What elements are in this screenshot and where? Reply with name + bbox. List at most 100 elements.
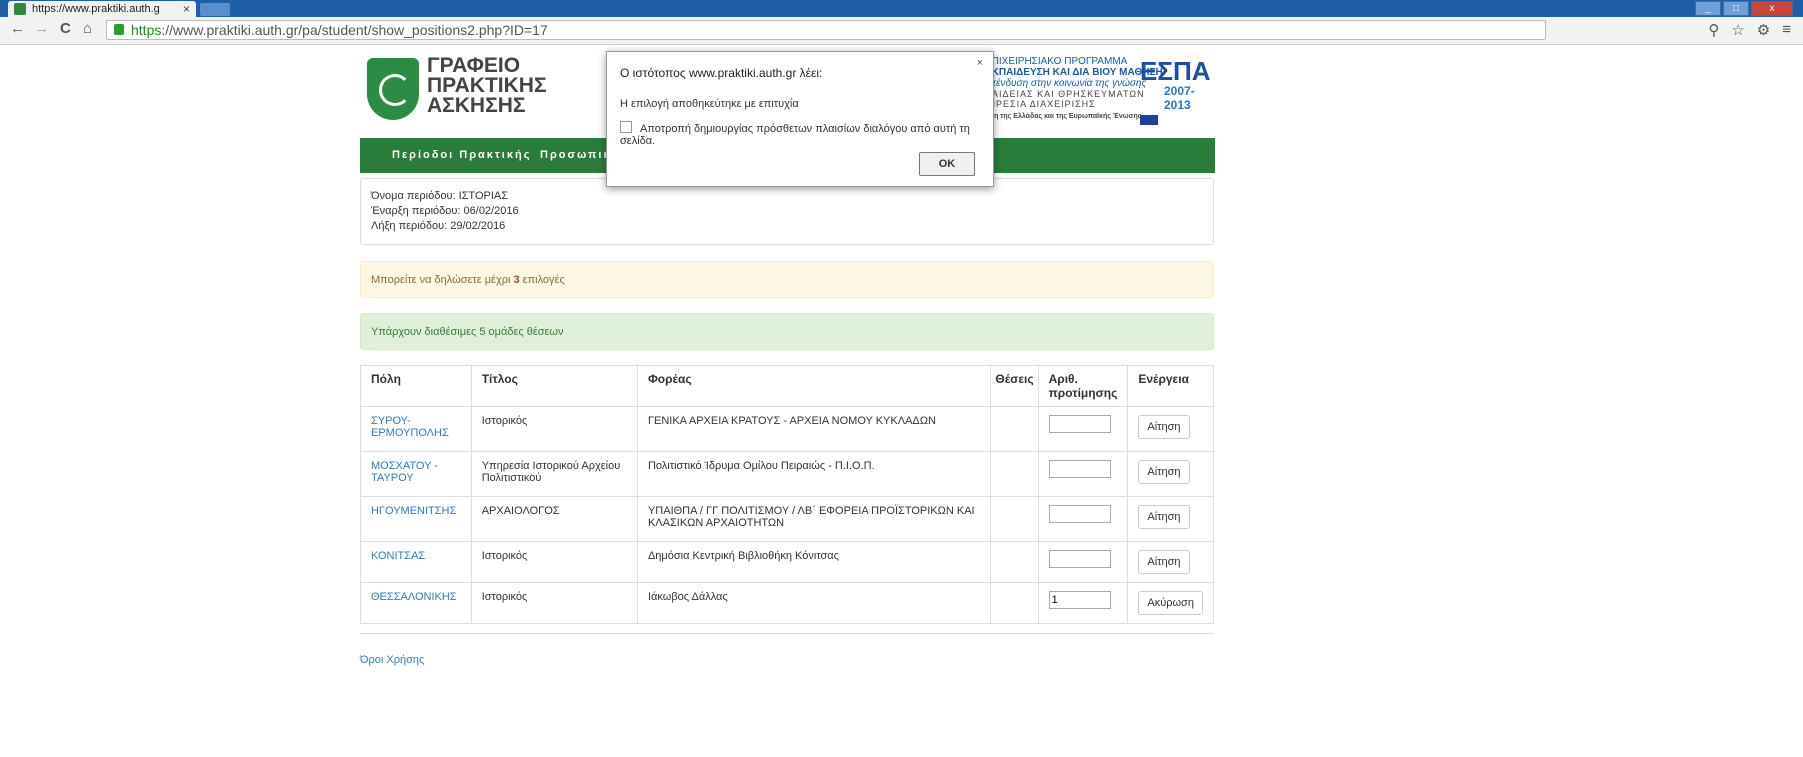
toolbar-actions: ⚲ ☆ ⚙ ≡	[1708, 21, 1791, 39]
row-rank-cell	[1037, 496, 1129, 542]
logo-line-1: ΓΡΑΦΕΙΟ	[427, 54, 521, 77]
table-row: ΗΓΟΥΜΕΝΙΤΣΗΣ ΑΡΧΑΙΟΛΟΓΟΣ ΥΠΑΙΘΠΑ / ΓΓ ΠΟ…	[360, 496, 1214, 542]
apply-button[interactable]: Αίτηση	[1138, 505, 1190, 529]
row-title: Υπηρεσία Ιστορικού Αρχείου Πολιτιστικού	[470, 451, 638, 497]
row-title: Ιστορικός	[470, 582, 638, 624]
row-action-cell: Αίτηση	[1127, 496, 1214, 542]
alert-prefix: Μπορείτε να δηλώσετε μέχρι	[371, 274, 514, 286]
browser-toolbar: ← → C ⌂ https://www.praktiki.auth.gr/pa/…	[0, 17, 1803, 45]
url-path: ://www.praktiki.auth.gr/pa/student/show_…	[161, 22, 548, 38]
menu-item-periods[interactable]: Περίοδοι Πρακτικής	[392, 149, 531, 161]
back-arrow-icon[interactable]: ←	[10, 20, 25, 37]
row-city-link[interactable]: ΜΟΣΧΑΤΟΥ - ΤΑΥΡΟΥ	[360, 451, 472, 497]
dialog-message: Η επιλογή αποθηκεύτηκε με επιτυχία	[620, 98, 799, 110]
row-action-cell: Ακύρωση	[1127, 582, 1214, 624]
logo-emblem-icon	[367, 58, 419, 120]
home-icon[interactable]: ⌂	[83, 20, 92, 37]
apply-button[interactable]: Αίτηση	[1138, 415, 1190, 439]
suppress-dialogs-checkbox[interactable]: Αποτροπή δημιουργίας πρόσθετων πλαισίων …	[620, 121, 993, 147]
reload-icon[interactable]: C	[60, 20, 71, 37]
lock-icon	[114, 24, 124, 35]
table-header-row: Πόλη Τίτλος Φορέας Θέσεις Αριθ. προτίμησ…	[360, 365, 1214, 407]
row-title: Ιστορικός	[470, 406, 638, 452]
table-row: ΜΟΣΧΑΤΟΥ - ΤΑΥΡΟΥ Υπηρεσία Ιστορικού Αρχ…	[360, 451, 1214, 497]
rank-input[interactable]	[1048, 591, 1111, 609]
row-title: Ιστορικός	[470, 541, 638, 583]
extension-gear-icon[interactable]: ⚙	[1757, 21, 1770, 39]
table-row: ΣΥΡΟΥ-ΕΡΜΟΥΠΟΛΗΣ Ιστορικός ΓΕΝΙΚΑ ΑΡΧΕΙΑ…	[360, 406, 1214, 452]
row-city-link[interactable]: ΘΕΣΣΑΛΟΝΙΚΗΣ	[360, 582, 472, 624]
address-bar[interactable]: https://www.praktiki.auth.gr/pa/student/…	[106, 20, 1546, 40]
row-city-link[interactable]: ΣΥΡΟΥ-ΕΡΜΟΥΠΟΛΗΣ	[360, 406, 472, 452]
header-action: Ενέργεια	[1127, 365, 1214, 407]
footer-divider	[360, 633, 1214, 634]
table-row: ΚΟΝΙΤΣΑΣ Ιστορικός Δημόσια Κεντρική Βιβλ…	[360, 541, 1214, 583]
row-title: ΑΡΧΑΙΟΛΟΓΟΣ	[470, 496, 638, 542]
rank-input[interactable]	[1048, 460, 1111, 478]
positions-table: Πόλη Τίτλος Φορέας Θέσεις Αριθ. προτίμησ…	[360, 365, 1214, 624]
url-scheme: https	[131, 22, 162, 38]
row-seats	[990, 451, 1039, 497]
terms-link[interactable]: Όροι Χρήσης	[360, 654, 424, 666]
dialog-close-icon[interactable]: ×	[977, 57, 983, 69]
row-rank-cell	[1037, 406, 1129, 452]
browser-menu-icon[interactable]: ≡	[1782, 21, 1791, 39]
cancel-button[interactable]: Ακύρωση	[1138, 591, 1203, 615]
maximize-button[interactable]: □	[1723, 1, 1749, 16]
dialog-title: Ο ιστότοπος www.praktiki.auth.gr λέει:	[620, 66, 823, 80]
header-org: Φορέας	[636, 365, 992, 407]
row-seats	[990, 406, 1039, 452]
header-city: Πόλη	[360, 365, 472, 407]
row-seats	[990, 541, 1039, 583]
zoom-icon[interactable]: ⚲	[1708, 21, 1719, 39]
available-groups-text: Υπάρχουν διαθέσιμες 5 ομάδες θέσεων	[371, 326, 564, 338]
rank-input[interactable]	[1048, 505, 1111, 523]
row-org: Ιάκωβος Δάλλας	[636, 582, 992, 624]
row-org: Πολιτιστικό Ίδρυμα Ομίλου Πειραιώς - Π.Ι…	[636, 451, 992, 497]
ok-button[interactable]: OK	[919, 152, 975, 176]
espa-logo: ΕΣΠΑ 2007-2013	[1140, 56, 1220, 125]
suppress-dialogs-label: Αποτροπή δημιουργίας πρόσθετων πλαισίων …	[620, 123, 970, 147]
tab-title: https://www.praktiki.auth.g	[32, 3, 160, 15]
row-city-link[interactable]: ΚΟΝΙΤΣΑΣ	[360, 541, 472, 583]
logo-line-3: ΑΣΚΗΣΗΣ	[427, 94, 526, 117]
row-rank-cell	[1037, 582, 1129, 624]
row-city-link[interactable]: ΗΓΟΥΜΕΝΙΤΣΗΣ	[360, 496, 472, 542]
menu-item-personal[interactable]: Προσωπικ	[540, 149, 612, 161]
period-start: Έναρξη περιόδου: 06/02/2016	[371, 205, 519, 217]
window-close-button[interactable]: x	[1751, 1, 1793, 16]
period-info-panel: Όνομα περιόδου: ΙΣΤΟΡΙΑΣ Έναρξη περιόδου…	[360, 178, 1214, 245]
rank-input[interactable]	[1048, 550, 1111, 568]
period-end: Λήξη περιόδου: 29/02/2016	[371, 220, 506, 232]
checkbox-icon[interactable]	[620, 121, 632, 133]
window-titlebar: https://www.praktiki.auth.g × _ □ x	[0, 0, 1803, 17]
header-title: Τίτλος	[470, 365, 638, 407]
row-seats	[990, 496, 1039, 542]
alert-dialog: Ο ιστότοπος www.praktiki.auth.gr λέει: ×…	[606, 51, 994, 187]
espa-title: ΕΣΠΑ	[1140, 56, 1211, 86]
new-tab-button[interactable]	[200, 3, 230, 16]
row-action-cell: Αίτηση	[1127, 406, 1214, 452]
logo-line-2: ΠΡΑΚΤΙΚΗΣ	[427, 74, 547, 97]
espa-years: 2007-2013	[1164, 84, 1195, 112]
browser-tab[interactable]: https://www.praktiki.auth.g ×	[8, 1, 196, 17]
row-org: Δημόσια Κεντρική Βιβλιοθήκη Κόνιτσας	[636, 541, 992, 583]
header-rank: Αριθ. προτίμησης	[1037, 365, 1129, 407]
period-name: Όνομα περιόδου: ΙΣΤΟΡΙΑΣ	[371, 190, 509, 202]
tab-close-icon[interactable]: ×	[183, 1, 190, 17]
forward-arrow-icon[interactable]: →	[34, 20, 49, 37]
minimize-button[interactable]: _	[1695, 1, 1721, 16]
row-action-cell: Αίτηση	[1127, 451, 1214, 497]
available-groups-alert: Υπάρχουν διαθέσιμες 5 ομάδες θέσεων	[360, 313, 1214, 350]
apply-button[interactable]: Αίτηση	[1138, 550, 1190, 574]
row-seats	[990, 582, 1039, 624]
row-org: ΓΕΝΙΚΑ ΑΡΧΕΙΑ ΚΡΑΤΟΥΣ - ΑΡΧΕΙΑ ΝΟΜΟΥ ΚΥΚ…	[636, 406, 992, 452]
window-controls: _ □ x	[1695, 1, 1793, 17]
table-row: ΘΕΣΣΑΛΟΝΙΚΗΣ Ιστορικός Ιάκωβος Δάλλας Ακ…	[360, 582, 1214, 624]
rank-input[interactable]	[1048, 415, 1111, 433]
row-action-cell: Αίτηση	[1127, 541, 1214, 583]
header-seats: Θέσεις	[990, 365, 1039, 407]
apply-button[interactable]: Αίτηση	[1138, 460, 1190, 484]
bookmark-star-icon[interactable]: ☆	[1731, 21, 1744, 39]
row-org: ΥΠΑΙΘΠΑ / ΓΓ ΠΟΛΙΤΙΣΜΟΥ / ΛΒ΄ ΕΦΟΡΕΙΑ ΠΡ…	[636, 496, 992, 542]
